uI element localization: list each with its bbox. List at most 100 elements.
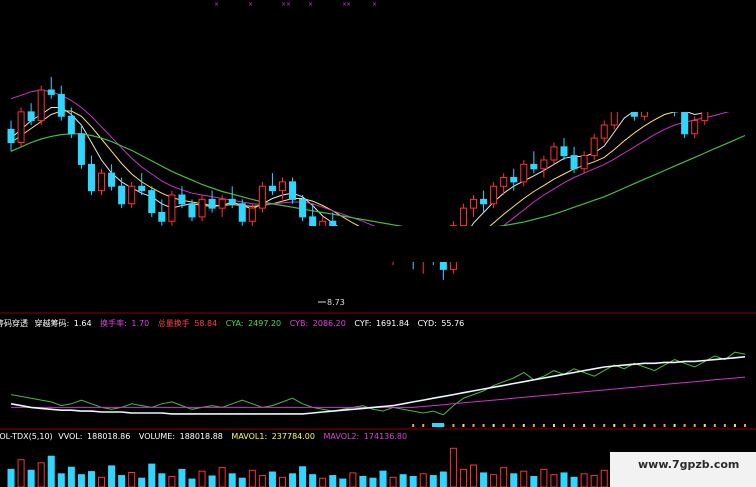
redaction-box-middle	[242, 226, 514, 262]
osc-dot	[693, 424, 696, 427]
volume-bar	[419, 473, 427, 487]
volume-bar	[459, 468, 467, 487]
candle-body	[278, 181, 287, 192]
osc-dot	[603, 424, 606, 427]
signal-mark: ×	[308, 1, 313, 8]
candle-body	[480, 198, 488, 205]
volume-bar	[178, 468, 186, 487]
candle-body	[289, 181, 297, 200]
mavol2-label: MAVOL2:	[324, 432, 360, 441]
volume-value: 188018.88	[180, 432, 223, 441]
candle-body	[168, 194, 176, 222]
redaction-box-top-right	[428, 0, 756, 112]
volume-bar	[309, 474, 317, 487]
volume-bar	[590, 475, 598, 487]
signal-mark: ×	[214, 1, 219, 8]
candle-body	[138, 185, 146, 192]
candle-body	[37, 89, 45, 122]
candle-body	[490, 185, 498, 205]
candle	[128, 181, 136, 209]
volume-bar	[228, 473, 236, 487]
volume-bar	[47, 455, 55, 487]
osc-dot	[512, 424, 515, 427]
low-price-label: 8.73	[327, 298, 345, 307]
cyb-value: 2086.20	[313, 319, 346, 328]
volume-bar	[148, 463, 156, 487]
osc-dot	[573, 424, 576, 427]
mavol1-label: MAVOL1:	[231, 432, 267, 441]
turnover-label: 换手率:	[100, 318, 127, 328]
mavol2-value: 174136.80	[364, 432, 407, 441]
oscillator-indicator-name: 筹码穿透	[0, 318, 28, 328]
candle-body	[500, 177, 508, 187]
volume-bar	[138, 477, 146, 487]
signal-mark: ×	[286, 1, 291, 8]
volume-indicator-name: VOL-TDX(5,10)	[0, 432, 53, 441]
candle-body	[77, 133, 85, 165]
osc-dot	[683, 424, 686, 427]
volume-label: VOLUME:	[139, 432, 175, 441]
cyf-label: CYF:	[354, 319, 371, 328]
osc-dot	[723, 424, 726, 427]
candle-body	[540, 159, 548, 170]
volume-bar	[77, 474, 85, 487]
candle	[17, 107, 25, 147]
volume-bar	[278, 476, 287, 487]
volume-bar	[339, 478, 347, 487]
candle	[681, 107, 689, 139]
volume-bar	[389, 476, 397, 487]
volume-bar	[67, 466, 75, 487]
cross-chip-label: 穿越筹码:	[35, 318, 70, 328]
candle-body	[108, 172, 116, 187]
candle-body	[299, 198, 307, 218]
volume-bar	[480, 472, 488, 487]
candle	[490, 181, 498, 209]
cya-value: 2497.20	[248, 319, 281, 328]
volume-bar	[530, 475, 538, 487]
candle-body	[97, 172, 106, 192]
candle-body	[7, 128, 15, 143]
signal-mark: ×	[248, 1, 253, 8]
volume-bar	[168, 475, 176, 487]
volume-bar	[449, 447, 457, 487]
osc-dot	[633, 424, 636, 427]
volume-bar	[128, 471, 136, 487]
volume-bar	[17, 459, 25, 487]
turnover-value: 1.70	[131, 319, 149, 328]
candle	[590, 133, 598, 160]
candle-body	[118, 185, 126, 205]
osc-dot	[583, 424, 586, 427]
volume-bar	[349, 472, 357, 487]
osc-dot	[593, 424, 596, 427]
candle-body	[248, 207, 256, 222]
candle-body	[469, 198, 478, 209]
candle-body	[148, 190, 156, 213]
volume-bar	[87, 471, 95, 487]
osc-dot	[733, 424, 736, 427]
osc-dot	[643, 424, 646, 427]
volume-bar	[108, 465, 116, 487]
mavol1-value: 237784.00	[272, 432, 315, 441]
volume-bar	[208, 475, 216, 487]
osc-dot	[462, 424, 465, 427]
candle-body	[510, 177, 518, 183]
candle	[289, 177, 297, 204]
osc-dot	[482, 424, 485, 427]
candle-body	[198, 198, 206, 218]
candle	[258, 181, 266, 213]
osc-dot	[713, 424, 716, 427]
candle-body	[691, 120, 699, 135]
candle-body	[570, 155, 578, 170]
volume-bar	[198, 470, 206, 487]
volume-bar	[580, 473, 588, 487]
cross-chip-value: 1.64	[74, 319, 92, 328]
volume-bar	[359, 475, 367, 487]
osc-dot	[492, 424, 495, 427]
candle-body	[218, 198, 226, 209]
volume-bar	[439, 471, 447, 487]
candle-body	[600, 124, 608, 139]
candle-body	[238, 203, 246, 222]
candle	[168, 190, 176, 226]
candle-body	[268, 185, 276, 192]
candle-body	[188, 203, 196, 218]
